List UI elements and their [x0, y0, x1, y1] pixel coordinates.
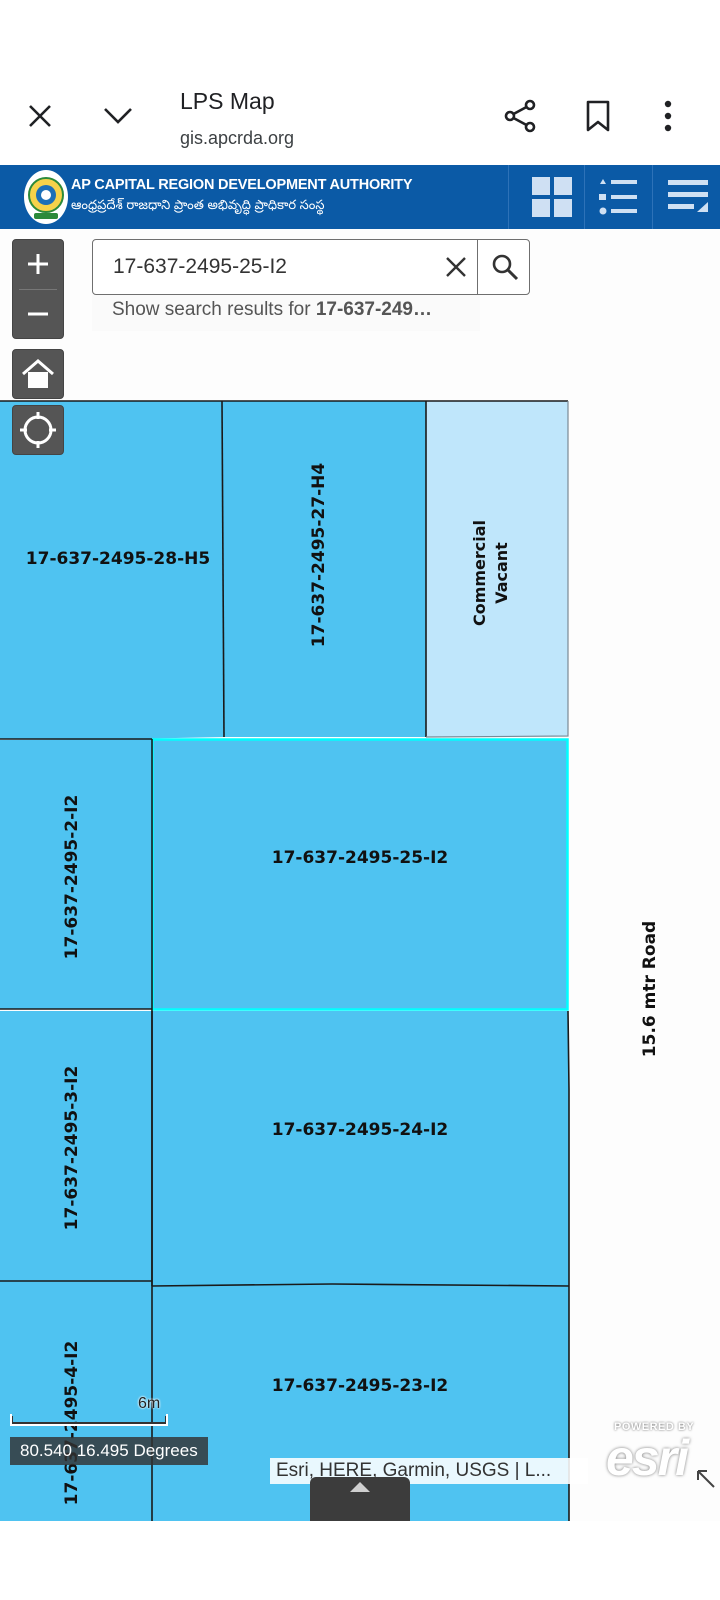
home-button[interactable] [12, 349, 64, 399]
basemap-gallery-icon[interactable] [528, 173, 576, 221]
zoom-out-button[interactable] [13, 290, 63, 338]
attribution-toggle-handle[interactable] [310, 1477, 410, 1521]
page-url: gis.apcrda.org [180, 128, 295, 148]
header-title-english: AP CAPITAL REGION DEVELOPMENT AUTHORITY [71, 177, 413, 193]
parcel-label-23-i2: 17-637-2495-23-I2 [272, 1376, 449, 1396]
plus-icon [28, 254, 48, 274]
parcel-24-i2[interactable] [152, 1011, 569, 1286]
parcel-label-commercial: Commercial [470, 520, 489, 626]
parcel-label-25-i2: 17-637-2495-25-I2 [272, 848, 449, 868]
locate-button[interactable] [12, 405, 64, 455]
app-header: AP CAPITAL REGION DEVELOPMENT AUTHORITY … [0, 165, 720, 229]
chevron-up-icon [350, 1482, 370, 1492]
search-button[interactable] [477, 240, 531, 294]
clear-search-button[interactable] [433, 244, 479, 290]
scale-label: 6m [138, 1395, 161, 1412]
minus-icon [28, 312, 48, 316]
search-suggestion[interactable]: Show search results for 17-637-249… [92, 295, 480, 331]
scale-bar [10, 1414, 168, 1426]
close-icon [446, 257, 466, 277]
zoom-control [12, 239, 64, 339]
search-widget [92, 239, 530, 295]
locate-crosshair-icon [20, 412, 56, 448]
parcel-label-2-i2: 17-637-2495-2-I2 [62, 795, 82, 960]
parcel-25-i2-selected[interactable] [151, 738, 569, 1011]
layer-list-icon[interactable] [664, 173, 712, 221]
header-title-telugu: ఆంధ్రప్రదేశ్ రాజధాని ప్రాంత అభివృద్ధి ప్… [71, 197, 325, 212]
parcel-layer: 17-637-2495-28-H5 17-637-2495-27-H4 Comm… [0, 400, 570, 1521]
zoom-in-button[interactable] [13, 240, 63, 288]
page-title: LPS Map [180, 88, 275, 114]
coordinate-readout[interactable]: 80.540 16.495 Degrees [10, 1437, 208, 1465]
parcel-label-24-i2: 17-637-2495-24-I2 [272, 1120, 449, 1140]
parcel-label-27-h4: 17-637-2495-27-H4 [309, 463, 329, 648]
legend-list-icon[interactable] [594, 173, 642, 221]
more-options-icon[interactable] [644, 92, 692, 140]
map-view[interactable]: 17-637-2495-28-H5 17-637-2495-27-H4 Comm… [0, 229, 720, 1521]
expand-arrow-icon[interactable] [696, 1469, 718, 1491]
search-icon [492, 254, 518, 281]
home-icon [22, 359, 54, 388]
bookmark-icon[interactable] [574, 92, 622, 140]
parcel-label-3-i2: 17-637-2495-3-I2 [62, 1066, 82, 1231]
road-label: 15.6 mtr Road [640, 920, 661, 1058]
ap-emblem-logo [24, 170, 68, 224]
browser-toolbar: LPS Map gis.apcrda.org [0, 0, 720, 162]
parcel-label-vacant: Vacant [492, 542, 511, 604]
close-tab-icon[interactable] [16, 92, 64, 140]
share-icon[interactable] [496, 92, 544, 140]
chevron-down-icon[interactable] [94, 92, 142, 140]
parcel-label-28-h5: 17-637-2495-28-H5 [26, 549, 210, 569]
search-input[interactable] [93, 240, 473, 294]
